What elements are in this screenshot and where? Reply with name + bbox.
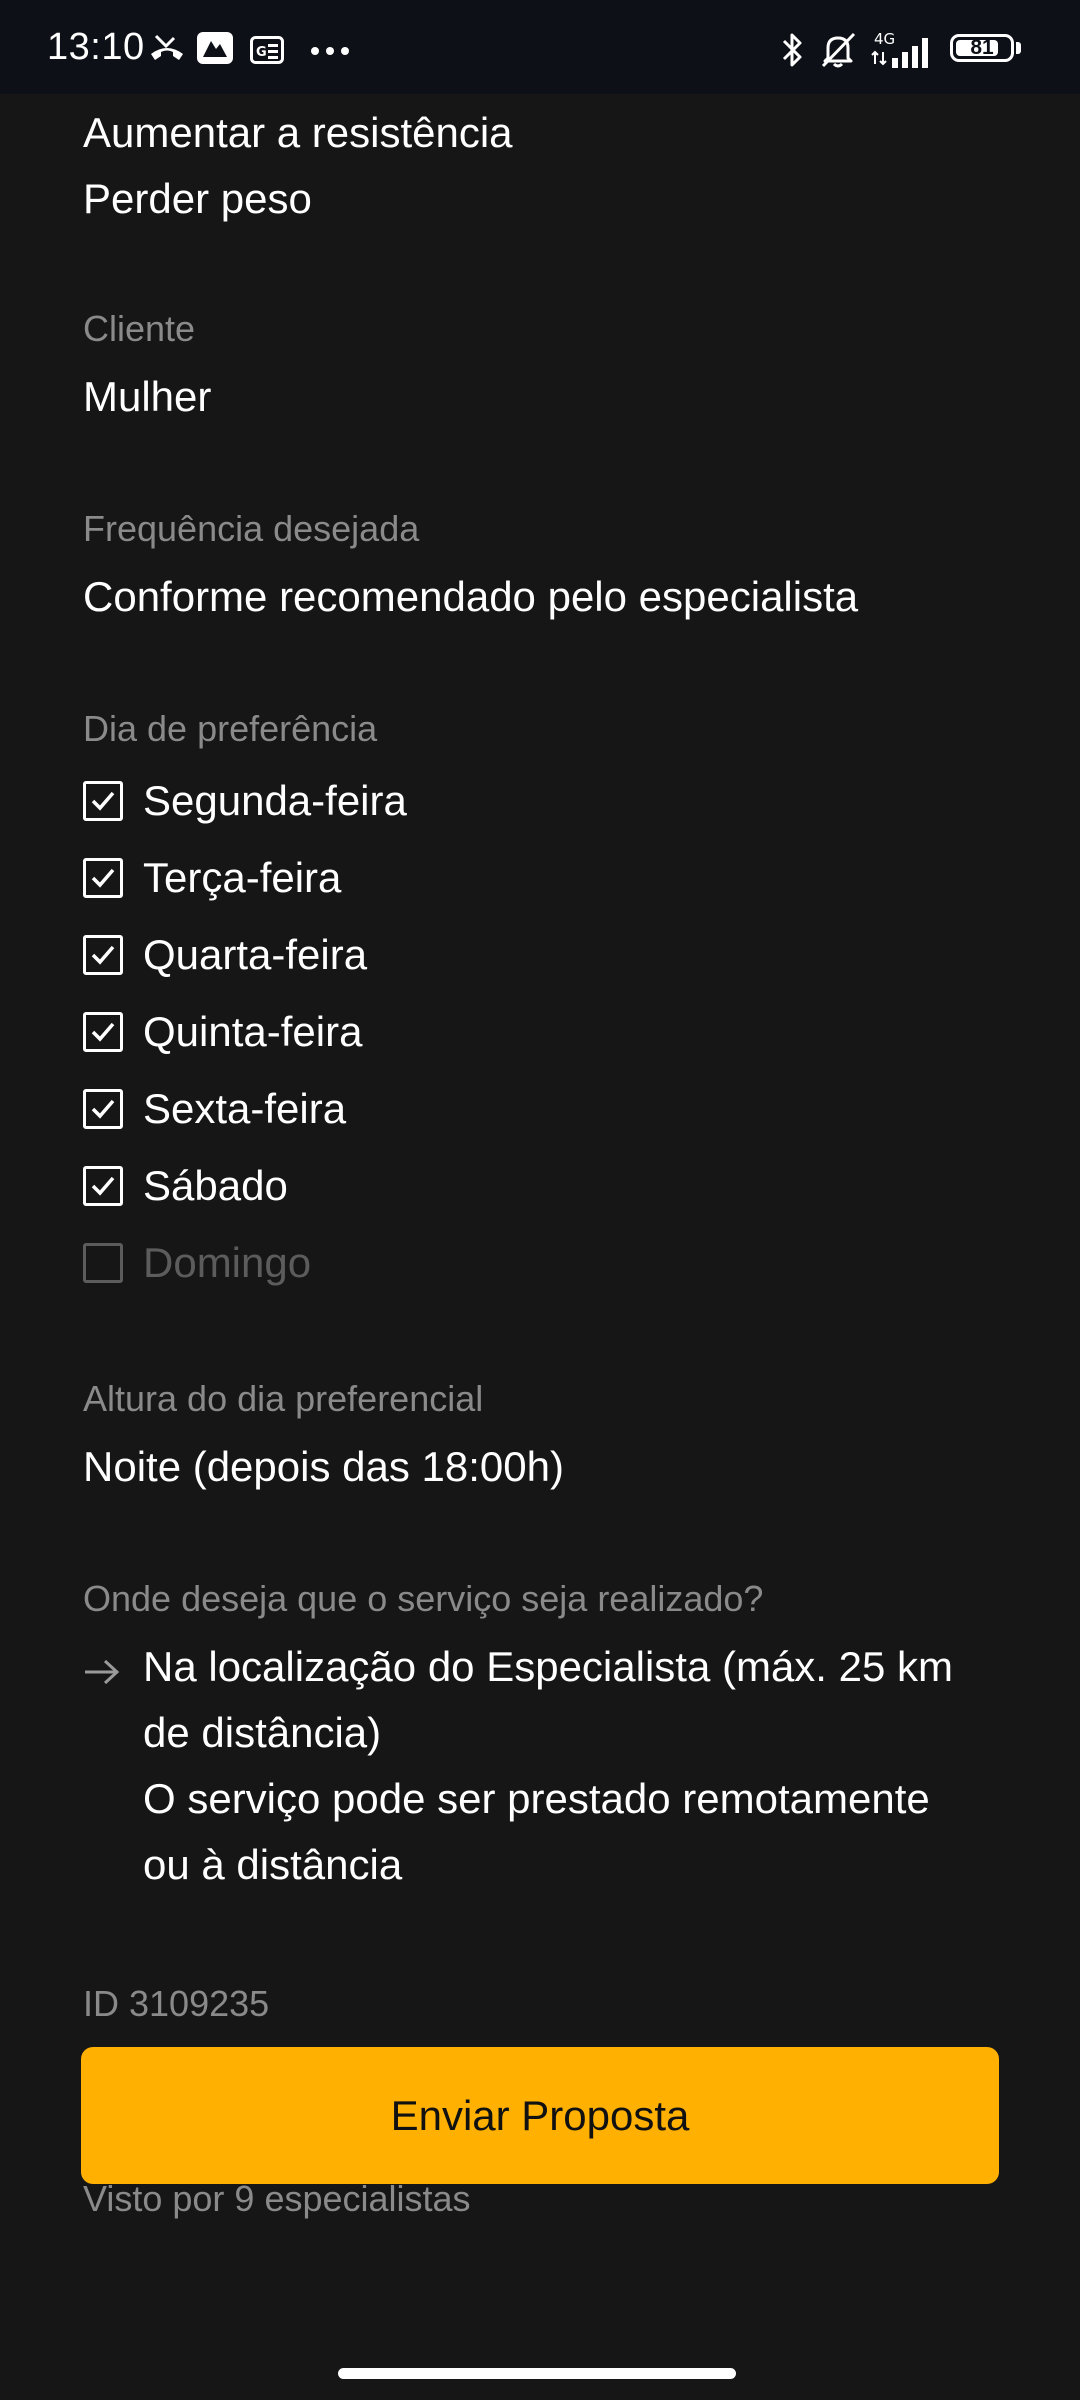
signal-icon: 4G — [871, 30, 928, 68]
goal-item: Perder peso — [83, 175, 312, 222]
client-value: Mulher — [83, 373, 212, 420]
day-label: Quinta-feira — [143, 1008, 363, 1055]
day-option-monday: Segunda-feira — [83, 771, 407, 831]
more-notifications-icon — [311, 47, 349, 55]
goal-item: Aumentar a resistência — [83, 109, 513, 156]
preferred-days-label: Dia de preferência — [83, 708, 378, 749]
bluetooth-icon — [782, 33, 802, 67]
location-line: O serviço pode ser prestado remotamente — [143, 1775, 930, 1822]
day-label: Quarta-feira — [143, 931, 368, 978]
battery-level-text: 81 — [970, 36, 994, 59]
silent-bell-icon — [821, 32, 856, 68]
day-option-wednesday: Quarta-feira — [83, 925, 367, 985]
checkbox-checked-icon — [83, 935, 123, 975]
location-line: ou à distância — [143, 1841, 403, 1888]
svg-text:G: G — [256, 45, 267, 60]
frequency-label: Frequência desejada — [83, 508, 420, 549]
app-notification-icon — [197, 32, 233, 64]
status-time: 13:10 — [47, 26, 145, 68]
day-label: Sábado — [143, 1162, 288, 1209]
checkbox-checked-icon — [83, 1089, 123, 1129]
day-option-saturday: Sábado — [83, 1156, 288, 1216]
battery-icon: 81 — [950, 34, 1014, 62]
day-option-sunday: Domingo — [83, 1233, 311, 1293]
location-line: Na localização do Especialista (máx. 25 … — [143, 1643, 954, 1690]
day-label: Terça-feira — [143, 854, 342, 901]
svg-text:4G: 4G — [874, 30, 895, 48]
home-indicator[interactable] — [338, 2368, 736, 2379]
day-option-thursday: Quinta-feira — [83, 1002, 362, 1062]
location-label: Onde deseja que o serviço seja realizado… — [83, 1578, 764, 1619]
checkbox-checked-icon — [83, 781, 123, 821]
arrow-right-icon — [85, 1659, 120, 1685]
checkbox-unchecked-icon — [83, 1243, 123, 1283]
day-label: Domingo — [143, 1239, 312, 1286]
checkbox-checked-icon — [83, 1012, 123, 1052]
gallery-icon: G — [250, 36, 284, 64]
day-label: Segunda-feira — [143, 777, 407, 824]
views-count: Visto por 9 especialistas — [83, 2178, 471, 2219]
day-option-tuesday: Terça-feira — [83, 848, 341, 908]
missed-call-icon — [151, 34, 183, 60]
time-of-day-label: Altura do dia preferencial — [83, 1378, 484, 1419]
request-id: ID 3109235 — [83, 1983, 270, 2024]
battery-tip — [1016, 42, 1021, 54]
frequency-value: Conforme recomendado pelo especialista — [83, 573, 859, 620]
day-option-friday: Sexta-feira — [83, 1079, 346, 1139]
status-bar: 13:10 G 4G 81 — [0, 0, 1080, 94]
client-label: Cliente — [83, 308, 196, 349]
day-label: Sexta-feira — [143, 1085, 347, 1132]
send-proposal-button[interactable]: Enviar Proposta — [81, 2047, 999, 2184]
time-of-day-value: Noite (depois das 18:00h) — [83, 1443, 564, 1490]
checkbox-checked-icon — [83, 1166, 123, 1206]
checkbox-checked-icon — [83, 858, 123, 898]
location-line: de distância) — [143, 1709, 382, 1756]
